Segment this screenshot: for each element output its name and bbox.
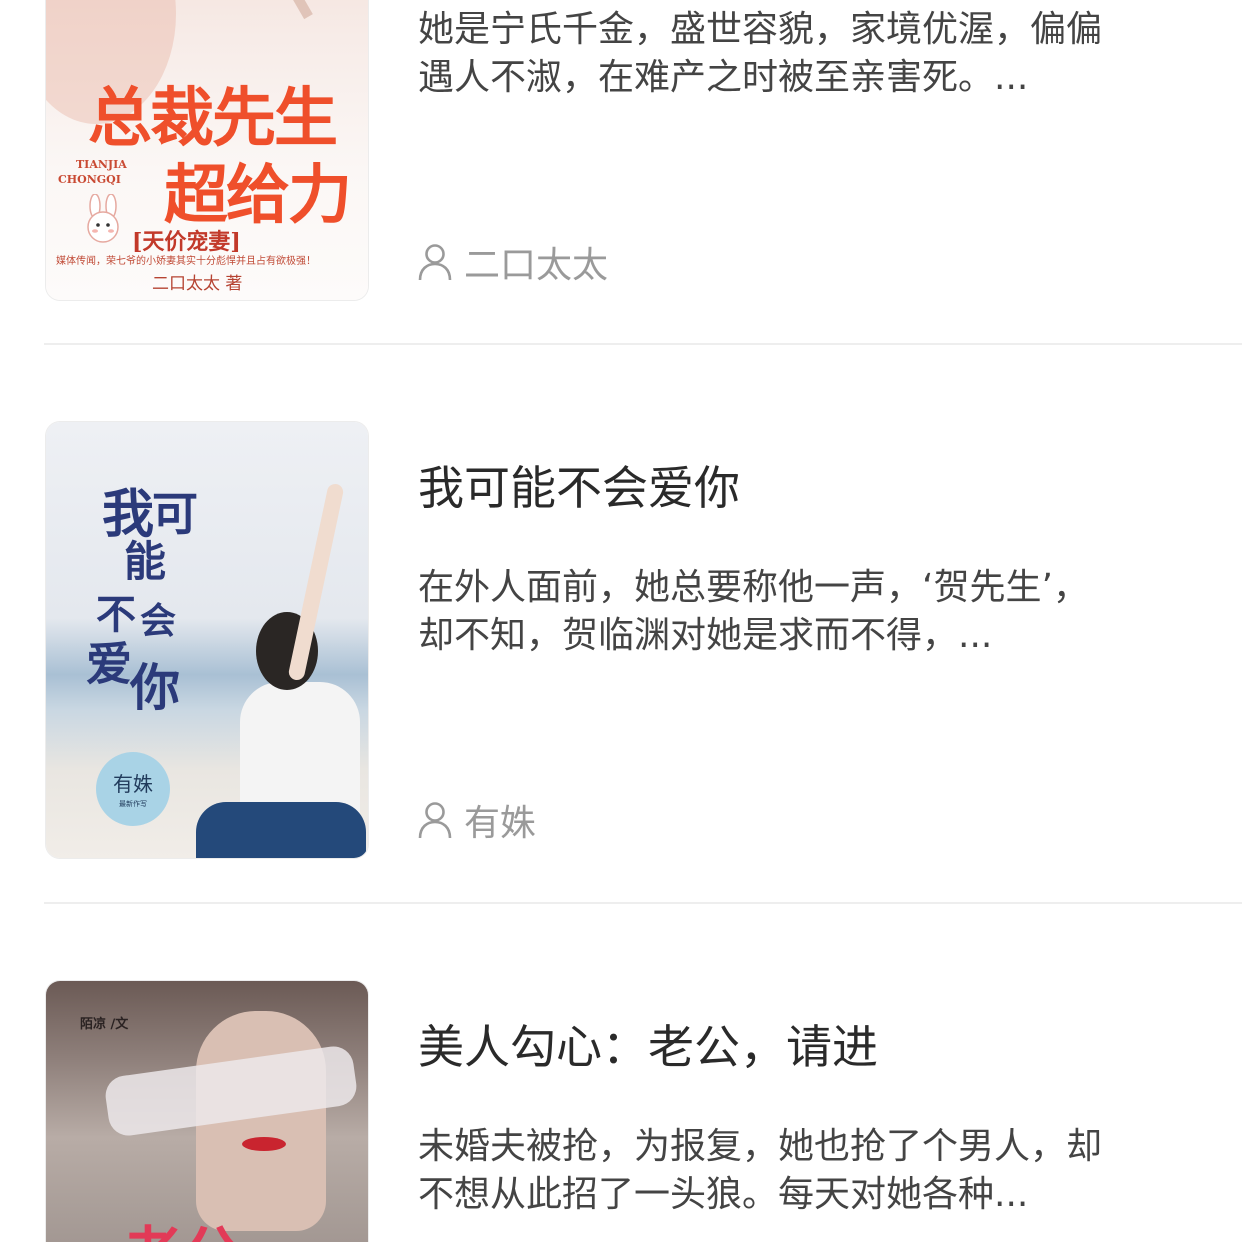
description-line: 未婚夫被抢，为报复，她也抢了个男人，却 [418, 1126, 1103, 1167]
book-list: 总裁先生 超给力 TIANJIA CHONGQI [天价宠妻] 媒体传闻，荣七爷… [0, 0, 1242, 1242]
cover-badge-name: 有姝 [113, 772, 153, 796]
cover-author-badge: 有姝 最新作写 [96, 752, 170, 826]
book-title[interactable]: 美人勾心：老公，请进 [418, 1011, 878, 1077]
cover-figure [242, 1137, 286, 1151]
cover-decoration [249, 0, 313, 20]
description-line: 却不知，贺临渊对她是求而不得，... [418, 615, 993, 656]
cover-tagline: 媒体传闻，荣七爷的小娇妻其实十分彪悍并且占有欲极强！ [56, 256, 316, 267]
cover-title-char: 爱 [86, 637, 132, 691]
cover-author: 二口太太 著 [152, 274, 243, 294]
cover-title-char: 会 [140, 600, 177, 642]
list-divider [44, 902, 1242, 904]
book-author: 二口太太 [418, 236, 608, 288]
cover-figure [196, 802, 366, 858]
cover-badge-sub: 最新作写 [119, 800, 147, 808]
person-icon [418, 244, 452, 281]
cover-partial-title: 老公 [122, 1207, 242, 1242]
description-line: 在外人面前，她总要称他一声，‘贺先生’， [418, 567, 1089, 608]
book-description: 在外人面前，她总要称他一声，‘贺先生’， 却不知，贺临渊对她是求而不得，... [418, 564, 1188, 660]
book-title[interactable]: 我可能不会爱你 [418, 452, 740, 518]
description-line: 遇人不淑，在难产之时被至亲害死。... [418, 57, 1029, 98]
description-line: 不想从此招了一头狼。每天对她各种... [418, 1174, 1029, 1215]
cover-byline: 陌凉 /文 [80, 1017, 129, 1032]
cover-title-char: 你 [130, 658, 180, 717]
book-description: 未婚夫被抢，为报复，她也抢了个男人，却 不想从此招了一头狼。每天对她各种... [418, 1123, 1188, 1219]
book-cover[interactable]: 总裁先生 超给力 TIANJIA CHONGQI [天价宠妻] 媒体传闻，荣七爷… [46, 0, 368, 300]
cover-pinyin-2: CHONGQI [58, 173, 121, 186]
description-line: 她是宁氏千金，盛世容貌，家境优渥，偏偏 [418, 9, 1103, 50]
list-divider [44, 343, 1242, 345]
book-author: 有姝 [418, 794, 536, 846]
author-name: 有姝 [464, 803, 537, 844]
cover-pinyin-1: TIANJIA [76, 158, 127, 171]
book-description: 她是宁氏千金，盛世容貌，家境优渥，偏偏 遇人不淑，在难产之时被至亲害死。... [418, 6, 1188, 102]
author-name: 二口太太 [464, 245, 609, 286]
book-cover[interactable]: 陌凉 /文 老公 [46, 981, 368, 1242]
book-cover[interactable]: 我 可 能 不 会 爱 你 有姝 最新作写 [46, 422, 368, 858]
bunny-icon [87, 194, 119, 243]
cover-title-char: 能 [124, 537, 167, 586]
person-icon [418, 802, 452, 839]
cover-title-line-2: 超给力 [164, 158, 352, 233]
